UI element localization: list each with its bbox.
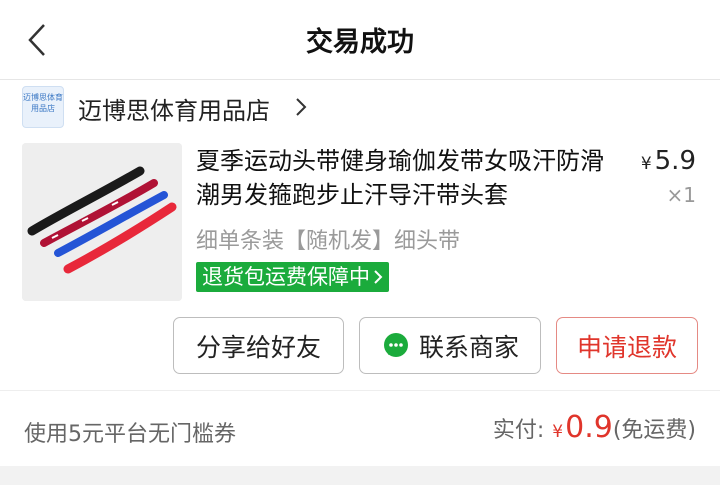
shipping-note: (免运费): [612, 418, 696, 443]
product-sku: 细单条装【随机发】细头带: [196, 229, 461, 254]
chevron-right-icon: [374, 270, 383, 284]
amount-paid: 实付: ¥0.9(免运费): [493, 410, 696, 445]
paid-label: 实付:: [492, 418, 545, 443]
shop-link[interactable]: 迈博思体育用品店 迈博思体育用品店: [0, 80, 720, 134]
price-value: 5.9: [654, 146, 696, 176]
shop-logo: 迈博思体育用品店: [22, 86, 64, 128]
top-navigation-bar: 交易成功: [0, 0, 720, 80]
request-refund-button[interactable]: 申请退款: [556, 317, 698, 374]
price-currency: ¥: [640, 154, 652, 174]
paid-currency: ¥: [552, 422, 564, 442]
paid-amount: 0.9: [565, 410, 613, 445]
chevron-right-icon: [296, 98, 307, 116]
contact-seller-label: 联系商家: [418, 332, 519, 362]
chat-bubble-icon: [383, 332, 408, 357]
product-price: ¥5.9: [641, 146, 696, 176]
contact-seller-button[interactable]: 联系商家: [359, 317, 541, 374]
product-quantity: ×1: [666, 183, 696, 207]
divider: [0, 390, 720, 391]
guarantee-label: 退货包运费保障中: [202, 265, 370, 289]
product-thumbnail[interactable]: [22, 143, 182, 301]
share-to-friend-button[interactable]: 分享给好友: [173, 317, 344, 374]
shop-name: 迈博思体育用品店: [78, 97, 270, 125]
coupon-info: 使用5元平台无门槛券: [24, 422, 236, 447]
return-shipping-guarantee-badge[interactable]: 退货包运费保障中: [196, 262, 389, 292]
page-title: 交易成功: [306, 27, 414, 58]
section-separator: [0, 466, 720, 485]
product-title[interactable]: 夏季运动头带健身瑜伽发带女吸汗防滑潮男发箍跑步止汗导汗带头套: [196, 144, 626, 212]
